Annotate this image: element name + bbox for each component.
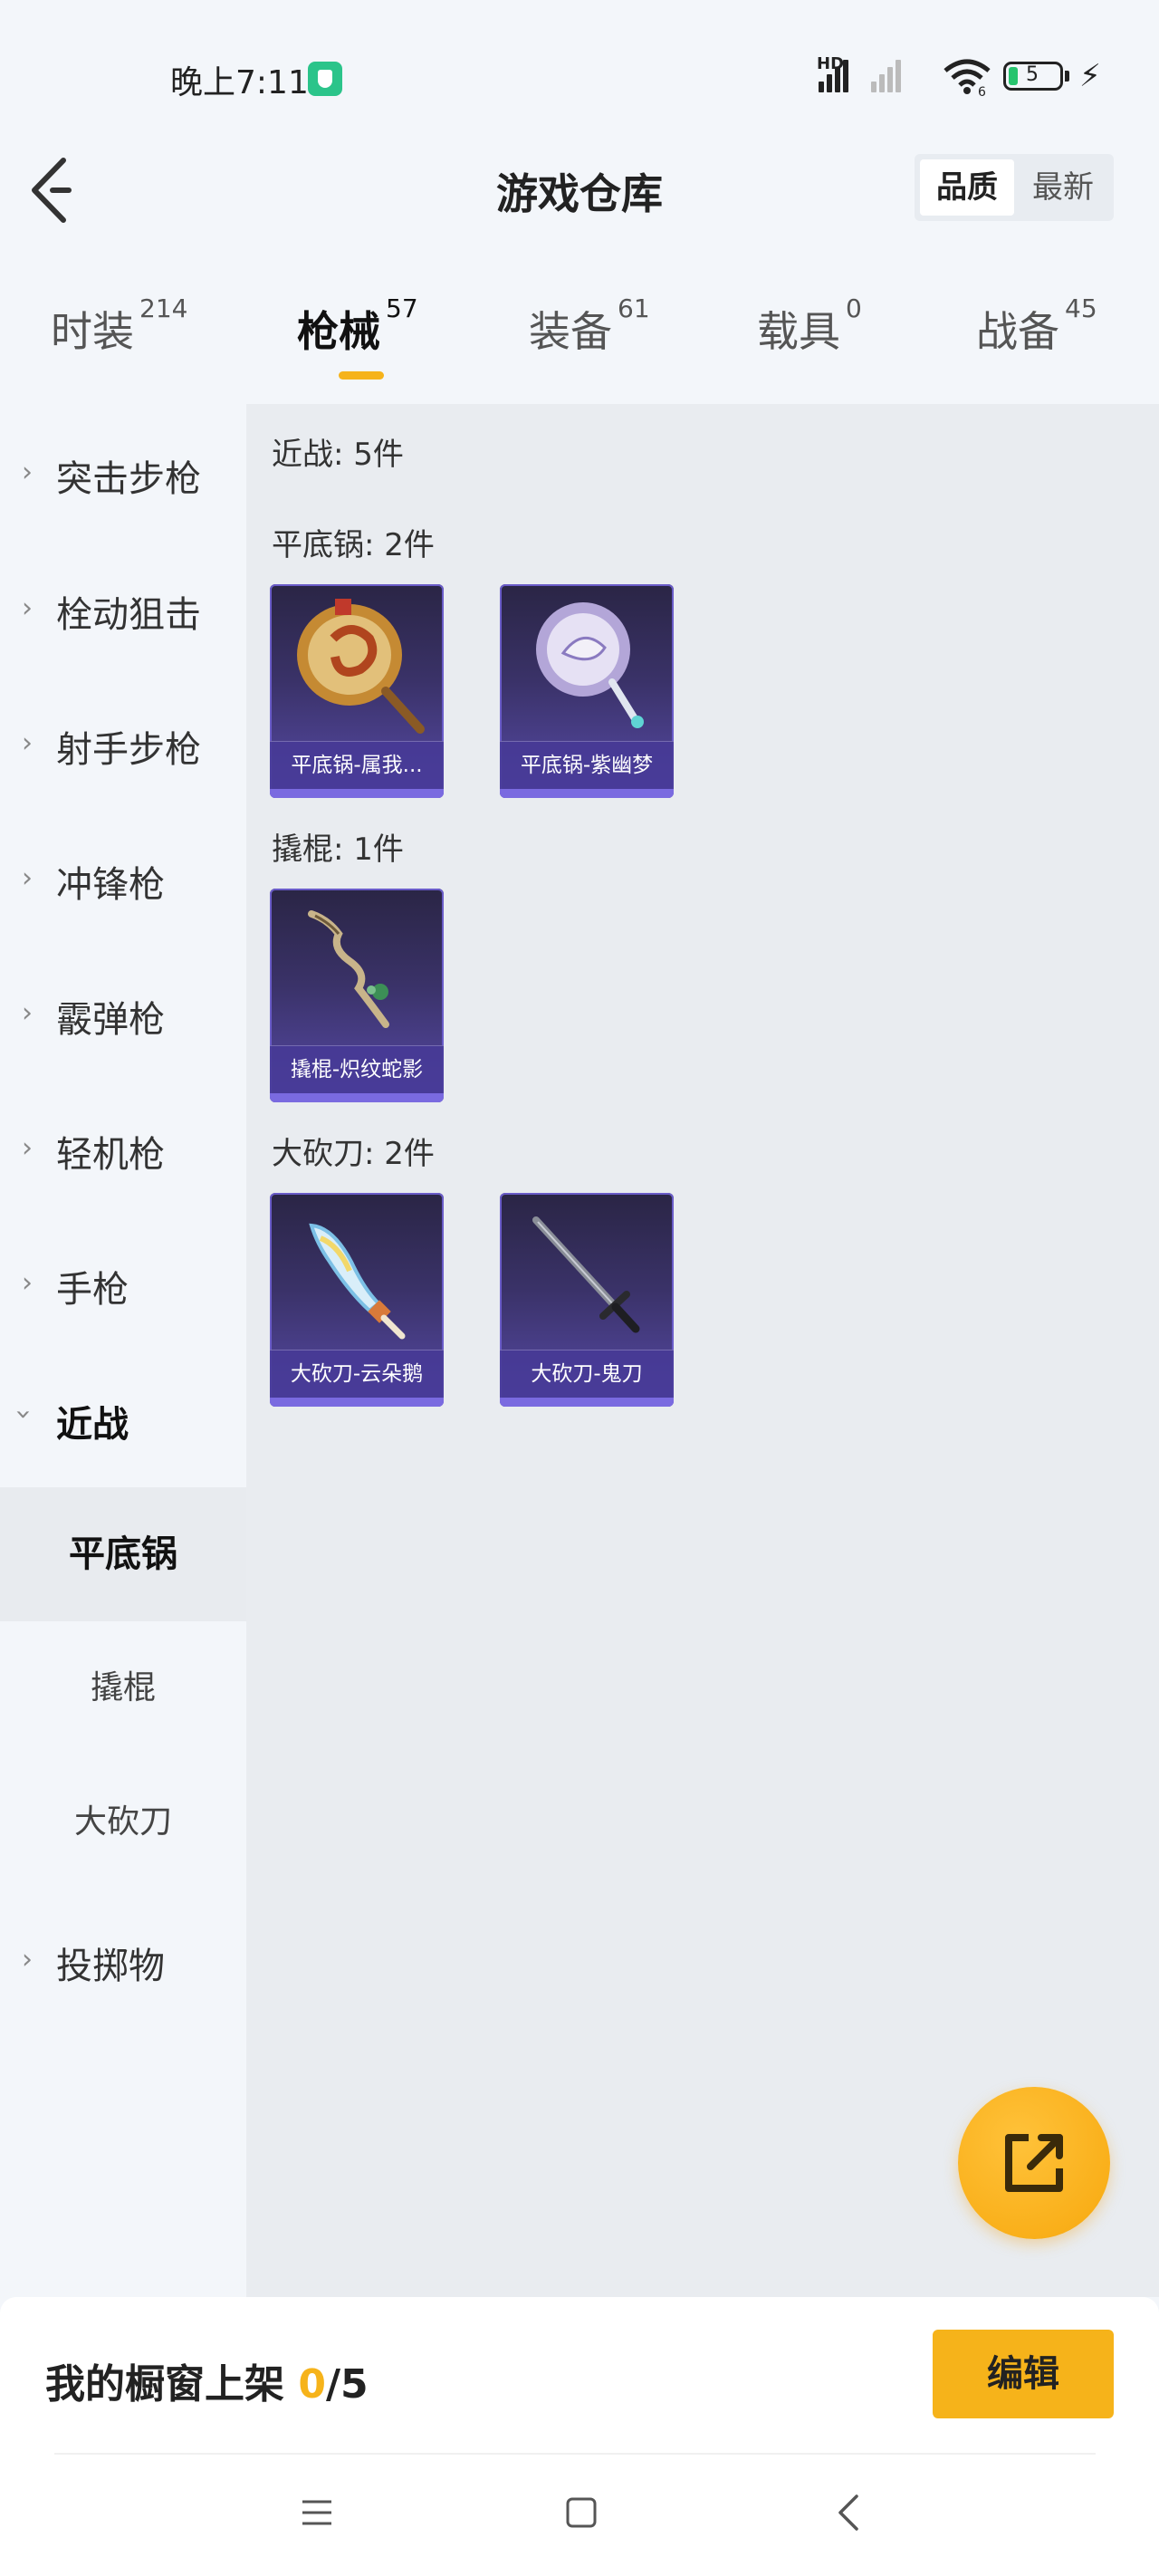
cloud-machete-icon xyxy=(309,1223,406,1340)
chevron-down-icon: › xyxy=(7,1408,40,1420)
purple-pan-icon xyxy=(536,602,644,728)
sort-toggle: 品质 最新 xyxy=(915,154,1114,221)
sidebar-item-smg[interactable]: › 冲锋枪 xyxy=(0,810,246,946)
showcase-label: 我的橱窗上架 xyxy=(45,2361,284,2408)
divider xyxy=(54,2453,1096,2455)
edit-button[interactable]: 编辑 xyxy=(933,2330,1114,2418)
nav-back-icon[interactable] xyxy=(831,2491,867,2534)
ghost-blade-icon xyxy=(532,1216,640,1333)
wifi-icon: 6 xyxy=(943,59,991,96)
showcase-used-count: 0 xyxy=(298,2361,326,2408)
chevron-right-icon: › xyxy=(22,1267,33,1299)
sidebar-subitem-machete[interactable]: 大砍刀 xyxy=(0,1755,246,1889)
home-icon[interactable] xyxy=(563,2494,599,2531)
section-header-crowbar: 撬棍: 1件 xyxy=(272,831,404,868)
status-icons: HD 6 5 ⚡ xyxy=(815,54,1105,96)
sidebar-subitem-frying-pan[interactable]: 平底锅 xyxy=(0,1487,246,1621)
menu-icon[interactable] xyxy=(299,2494,335,2531)
item-name: 平底锅-属我... xyxy=(270,741,444,789)
item-card[interactable]: 平底锅-属我... xyxy=(270,584,444,798)
chevron-right-icon: › xyxy=(22,457,33,488)
battery-level: 5 xyxy=(1026,63,1039,86)
sidebar-item-melee[interactable]: › 近战 xyxy=(0,1350,246,1485)
chevron-right-icon: › xyxy=(22,592,33,624)
sidebar-item-throwables[interactable]: › 投掷物 xyxy=(0,1891,246,2027)
security-shield-icon xyxy=(308,62,342,96)
showcase-total: /5 xyxy=(325,2361,369,2408)
item-card[interactable]: 平底锅-紫幽梦 xyxy=(500,584,674,798)
tab-fashion[interactable]: 时装 214 xyxy=(51,293,187,359)
item-name: 平底锅-紫幽梦 xyxy=(500,741,674,789)
tab-equipment[interactable]: 装备 61 xyxy=(529,293,650,359)
chevron-right-icon: › xyxy=(22,1944,33,1975)
active-tab-indicator xyxy=(339,371,384,380)
chevron-right-icon: › xyxy=(22,862,33,894)
status-time: 晚上7:11 xyxy=(170,64,309,101)
snake-crowbar-icon xyxy=(308,910,389,1028)
category-sidebar: › 突击步枪 › 栓动狙击 › 射手步枪 › 冲锋枪 › 霰弹枪 › 轻机枪 › 手枪 › 近战… xyxy=(0,404,246,2297)
item-card[interactable]: 大砍刀-鬼刀 xyxy=(500,1193,674,1407)
tab-vehicles[interactable]: 载具 0 xyxy=(757,293,862,359)
showcase-status: 我的橱窗上架 0/5 xyxy=(45,2351,369,2409)
sort-latest-button[interactable]: 最新 xyxy=(1016,159,1110,216)
sidebar-item-pistol[interactable]: › 手枪 xyxy=(0,1215,246,1350)
category-header: 近战: 5件 xyxy=(272,437,404,473)
external-link-icon xyxy=(1005,2134,1063,2192)
battery-icon: 5 xyxy=(1003,62,1063,91)
sidebar-item-lmg[interactable]: › 轻机枪 xyxy=(0,1080,246,1216)
tab-tactical[interactable]: 战备 45 xyxy=(976,293,1097,359)
item-name: 大砍刀-鬼刀 xyxy=(500,1350,674,1398)
tab-firearms[interactable]: 枪械 57 xyxy=(297,293,418,359)
item-card[interactable]: 撬棍-炽纹蛇影 xyxy=(270,889,444,1102)
chevron-right-icon: › xyxy=(22,1132,33,1164)
sort-quality-button[interactable]: 品质 xyxy=(920,159,1014,216)
sidebar-item-bolt-sniper[interactable]: › 栓动狙击 xyxy=(0,540,246,676)
item-card[interactable]: 大砍刀-云朵鹅 xyxy=(270,1193,444,1407)
section-header-frying-pan: 平底锅: 2件 xyxy=(272,527,435,563)
share-button[interactable] xyxy=(958,2087,1110,2239)
item-name: 撬棍-炽纹蛇影 xyxy=(270,1045,444,1093)
sidebar-item-assault-rifle[interactable]: › 突击步枪 xyxy=(0,404,246,540)
chevron-right-icon: › xyxy=(22,727,33,759)
sidebar-item-shotgun[interactable]: › 霰弹枪 xyxy=(0,945,246,1081)
item-name: 大砍刀-云朵鹅 xyxy=(270,1350,444,1398)
golden-pan-icon xyxy=(297,599,425,734)
svg-text:6: 6 xyxy=(978,85,986,96)
charging-icon: ⚡ xyxy=(1079,58,1101,94)
sidebar-subitem-crowbar[interactable]: 撬棍 xyxy=(0,1621,246,1755)
sidebar-item-marksman-rifle[interactable]: › 射手步枪 xyxy=(0,675,246,811)
section-header-machete: 大砍刀: 2件 xyxy=(272,1136,435,1172)
chevron-right-icon: › xyxy=(22,997,33,1029)
